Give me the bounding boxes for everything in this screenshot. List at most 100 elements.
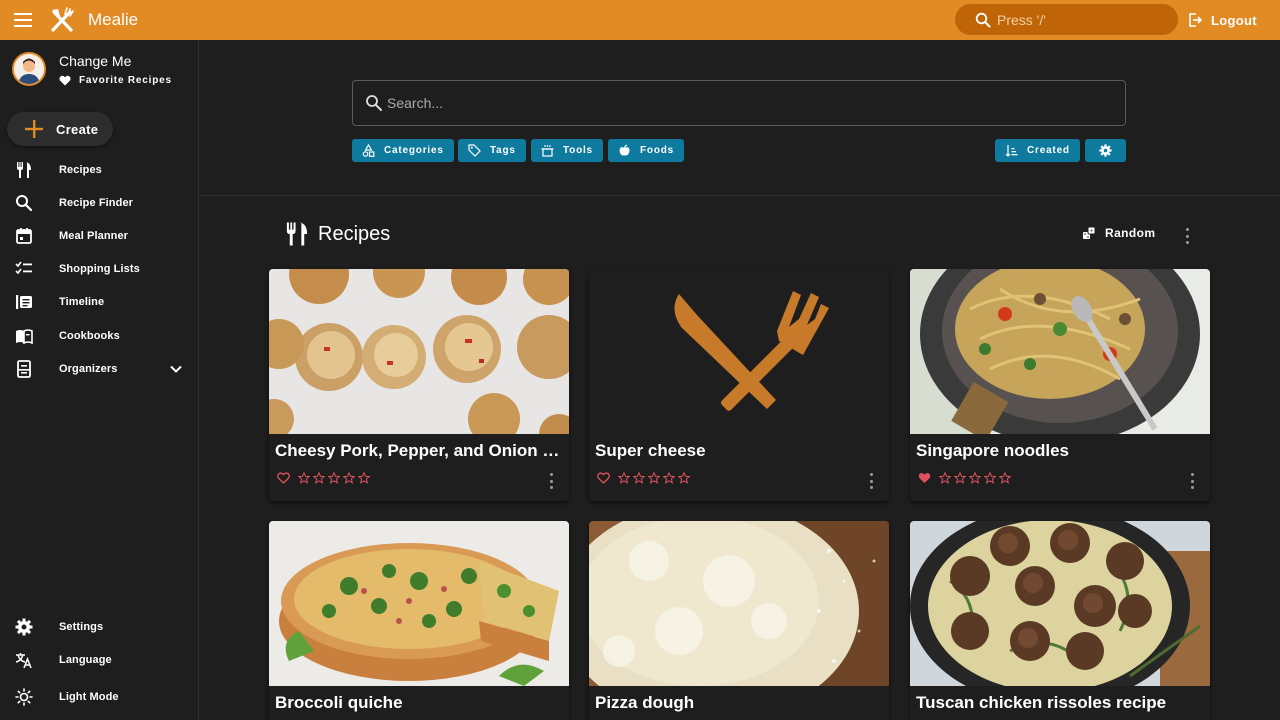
star-outline-icon[interactable] [618,472,630,484]
recipe-more-icon[interactable] [1189,473,1195,489]
sidebar-item-language[interactable]: Language [0,645,199,675]
recipe-card[interactable]: Pizza dough [589,521,889,720]
star-outline-icon[interactable] [358,472,370,484]
recipe-rating[interactable] [918,472,1014,484]
star-outline-icon[interactable] [939,472,951,484]
heart-outline-icon[interactable] [277,472,290,484]
recipe-rating[interactable] [597,472,693,484]
recipe-title[interactable]: Super cheese [595,441,883,461]
sidebar-item-timeline[interactable]: Timeline [0,287,199,317]
recipe-title[interactable]: Singapore noodles [916,441,1204,461]
sidebar-item-label: Recipe Finder [59,197,134,209]
fork-knife-placeholder-icon [589,269,889,434]
sidebar-item-recipe-finder[interactable]: Recipe Finder [0,188,199,218]
sidebar-item-label: Settings [59,621,104,633]
recipe-title[interactable]: Pizza dough [595,693,883,713]
recipe-search[interactable] [352,80,1126,126]
recipe-card[interactable]: Broccoli quiche [269,521,569,720]
sidebar-item-recipes[interactable]: Recipes [0,155,199,185]
user-avatar-icon [14,54,44,84]
tools-filter-button[interactable]: Tools [531,139,603,162]
star-outline-icon[interactable] [984,472,996,484]
recipe-image[interactable] [910,269,1210,434]
heart-filled-icon[interactable] [918,472,931,484]
recipe-card[interactable]: Singapore noodles [910,269,1210,501]
search-icon [15,194,33,212]
recipe-image[interactable] [910,521,1210,686]
sidebar-item-light-mode[interactable]: Light Mode [0,682,199,712]
sort-icon [1005,145,1018,157]
recipe-title[interactable]: Broccoli quiche [275,693,563,713]
user-profile[interactable]: Change Me Favorite Recipes [12,52,172,86]
recipe-card[interactable]: Cheesy Pork, Pepper, and Onion Bre... [269,269,569,501]
heart-outline-icon[interactable] [597,472,610,484]
sidebar-item-label: Cookbooks [59,330,120,342]
star-outline-icon[interactable] [969,472,981,484]
recipe-image[interactable] [269,269,569,434]
menu-icon[interactable] [0,0,46,40]
recipe-placeholder-image[interactable] [589,269,889,434]
sun-icon [15,688,33,706]
recipe-more-icon[interactable] [548,473,554,489]
star-outline-icon[interactable] [298,472,310,484]
star-outline-icon[interactable] [954,472,966,484]
sidebar-item-label: Light Mode [59,691,119,703]
sidebar-item-label: Meal Planner [59,230,129,242]
foods-filter-button[interactable]: Foods [608,139,684,162]
star-outline-icon[interactable] [678,472,690,484]
search-settings-button[interactable] [1085,139,1126,162]
recipe-search-input[interactable] [387,95,1087,111]
sidebar-item-cookbooks[interactable]: Cookbooks [0,321,199,351]
section-more-icon[interactable] [1184,228,1190,244]
recipe-more-icon[interactable] [868,473,874,489]
app-name[interactable]: Mealie [88,10,138,30]
tags-filter-button[interactable]: Tags [458,139,526,162]
gear-icon [15,618,33,636]
fork-knife-icon [286,222,308,246]
star-outline-icon[interactable] [633,472,645,484]
checklist-icon [15,260,33,278]
sidebar-item-settings[interactable]: Settings [0,612,199,642]
plus-icon [25,120,43,138]
create-label: Create [56,121,99,137]
star-outline-icon[interactable] [343,472,355,484]
recipe-image[interactable] [269,521,569,686]
sidebar-item-meal-planner[interactable]: Meal Planner [0,221,199,251]
global-search-input[interactable] [997,11,1167,28]
logout-label: Logout [1211,12,1257,28]
recipe-card[interactable]: Super cheese [589,269,889,501]
create-button[interactable]: Create [7,112,113,146]
book-icon [15,327,33,345]
global-search[interactable] [955,4,1178,35]
recipe-card[interactable]: Tuscan chicken rissoles recipe [910,521,1210,720]
star-outline-icon[interactable] [313,472,325,484]
sidebar-item-label: Shopping Lists [59,263,140,275]
random-button[interactable]: Random [1082,226,1155,240]
mealie-logo-icon[interactable] [48,6,76,34]
logout-button[interactable]: Logout [1188,0,1257,40]
logout-icon [1189,13,1202,27]
star-outline-icon[interactable] [663,472,675,484]
chevron-down-icon[interactable] [169,362,183,376]
calendar-icon [15,227,33,245]
recipe-image[interactable] [589,521,889,686]
sort-button[interactable]: Created [995,139,1080,162]
sidebar-item-label: Organizers [59,363,118,375]
star-outline-icon[interactable] [648,472,660,484]
favorite-recipes-link[interactable]: Favorite Recipes [59,75,172,86]
sidebar-item-organizers[interactable]: Organizers [0,354,199,384]
pot-icon [541,145,554,157]
fork-knife-icon [15,161,33,179]
translate-icon [15,651,33,669]
avatar[interactable] [12,52,46,86]
recipe-rating[interactable] [277,472,373,484]
favorite-recipes-label: Favorite Recipes [79,75,172,86]
sidebar-item-shopping-lists[interactable]: Shopping Lists [0,254,199,284]
recipe-title[interactable]: Cheesy Pork, Pepper, and Onion Bre... [275,441,563,461]
star-outline-icon[interactable] [328,472,340,484]
star-outline-icon[interactable] [999,472,1011,484]
shapes-icon [362,144,375,157]
categories-filter-button[interactable]: Categories [352,139,454,162]
sidebar-item-label: Recipes [59,164,102,176]
recipe-title[interactable]: Tuscan chicken rissoles recipe [916,693,1204,713]
